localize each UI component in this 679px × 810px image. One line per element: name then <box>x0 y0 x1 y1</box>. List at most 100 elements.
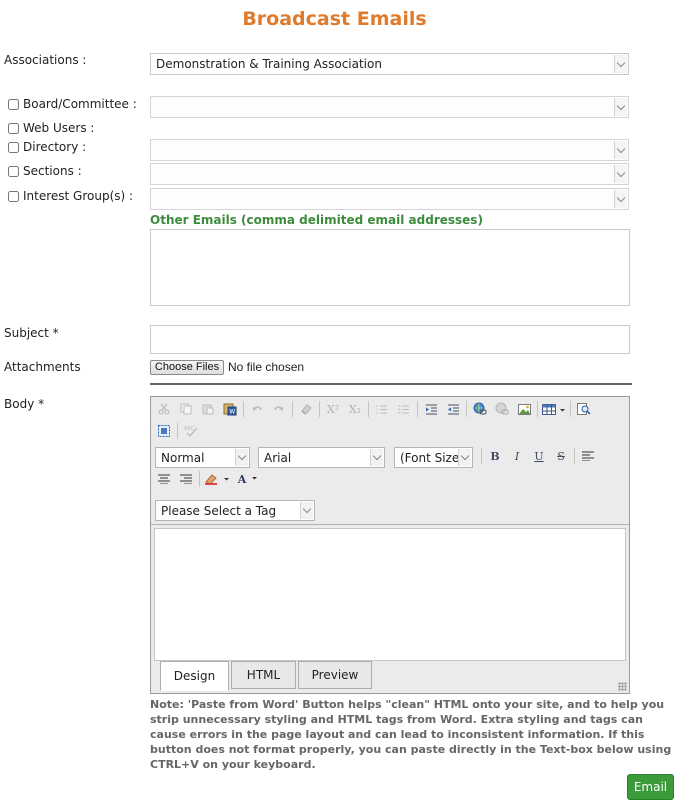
subscript-icon[interactable]: X₁ <box>344 399 366 419</box>
web-users-row[interactable]: Web Users : <box>8 121 94 135</box>
rich-text-editor: W X² X₁ ABC Normal Arial (Font Size) B I… <box>150 396 630 694</box>
tab-preview[interactable]: Preview <box>298 661 372 689</box>
subject-label: Subject * <box>4 326 59 340</box>
sections-label: Sections : <box>23 164 82 178</box>
toolbar-separator <box>368 401 369 417</box>
editor-toolbar-row-4: A <box>153 469 264 489</box>
svg-text:W: W <box>229 409 235 416</box>
bold-icon[interactable]: B <box>484 446 506 466</box>
associations-select[interactable]: Demonstration & Training Association <box>150 53 629 75</box>
board-committee-select[interactable] <box>150 96 629 118</box>
interest-groups-row[interactable]: Interest Group(s) : <box>8 189 133 203</box>
tag-select-value: Please Select a Tag <box>161 504 277 518</box>
font-color-glyph: A <box>237 472 247 486</box>
board-committee-row[interactable]: Board/Committee : <box>8 97 137 111</box>
paste-word-icon[interactable]: W <box>219 399 241 419</box>
choose-files-button[interactable]: Choose Files <box>150 360 224 375</box>
undo-icon[interactable] <box>246 399 268 419</box>
other-emails-textarea[interactable] <box>150 229 630 306</box>
editor-toolbar-row-1: W X² X₁ <box>153 399 595 419</box>
strikethrough-icon[interactable]: S <box>550 446 572 466</box>
directory-row[interactable]: Directory : <box>8 140 86 154</box>
board-committee-checkbox[interactable] <box>8 98 19 110</box>
interest-groups-label: Interest Group(s) : <box>23 189 134 203</box>
tab-design[interactable]: Design <box>160 661 229 691</box>
sections-checkbox[interactable] <box>8 165 19 177</box>
sections-select[interactable] <box>150 163 629 185</box>
toolbar-separator <box>466 401 467 417</box>
toolbar-divider <box>151 524 629 525</box>
interest-groups-checkbox[interactable] <box>8 190 19 202</box>
align-left-icon[interactable] <box>577 446 599 466</box>
unordered-list-icon[interactable] <box>393 399 415 419</box>
chevron-down-icon <box>235 449 248 466</box>
page-title: Broadcast Emails <box>242 8 427 30</box>
font-size-select-value: (Font Size) <box>400 451 464 465</box>
chevron-down-icon <box>614 141 627 159</box>
directory-select[interactable] <box>150 139 629 161</box>
image-icon[interactable] <box>513 399 535 419</box>
paste-icon[interactable] <box>197 399 219 419</box>
copy-icon[interactable] <box>175 399 197 419</box>
editor-content-area[interactable] <box>154 528 626 661</box>
outdent-icon[interactable] <box>442 399 464 419</box>
board-committee-label: Board/Committee : <box>23 97 137 111</box>
toolbar-separator <box>537 401 538 417</box>
font-color-icon[interactable]: A <box>234 469 264 489</box>
toolbar-separator <box>292 401 293 417</box>
chevron-down-icon <box>300 502 313 519</box>
paste-note: Note: 'Paste from Word' Button helps "cl… <box>150 698 672 771</box>
associations-label: Associations : <box>4 53 87 67</box>
redo-icon[interactable] <box>268 399 290 419</box>
body-label: Body * <box>4 397 45 411</box>
align-center-icon[interactable] <box>153 469 175 489</box>
chevron-down-icon <box>614 55 627 73</box>
editor-toolbar-row-2: ABC <box>153 421 202 441</box>
editor-format-buttons: B I U S <box>479 446 599 466</box>
scissors-icon[interactable] <box>153 399 175 419</box>
tag-select[interactable]: Please Select a Tag <box>155 500 315 521</box>
chevron-down-icon <box>458 449 471 466</box>
toolbar-separator <box>243 401 244 417</box>
font-select-value: Arial <box>264 451 292 465</box>
toolbar-separator <box>199 471 200 487</box>
font-select[interactable]: Arial <box>258 447 385 468</box>
attachments-label: Attachments <box>4 360 81 374</box>
indent-icon[interactable] <box>420 399 442 419</box>
tab-html[interactable]: HTML <box>231 661 296 689</box>
format-select[interactable]: Normal <box>155 447 250 468</box>
directory-checkbox[interactable] <box>8 141 19 153</box>
toolbar-separator <box>570 401 571 417</box>
toolbar-separator <box>574 448 575 464</box>
sections-row[interactable]: Sections : <box>8 164 82 178</box>
subject-input[interactable] <box>150 325 630 354</box>
ordered-list-icon[interactable] <box>371 399 393 419</box>
chevron-down-icon <box>614 98 627 116</box>
svg-text:ABC: ABC <box>184 426 195 432</box>
table-icon[interactable] <box>540 399 568 419</box>
eraser-icon[interactable] <box>295 399 317 419</box>
associations-value: Demonstration & Training Association <box>156 57 382 71</box>
toolbar-separator <box>417 401 418 417</box>
interest-groups-select[interactable] <box>150 188 629 210</box>
email-button[interactable]: Email <box>627 774 674 800</box>
font-size-select[interactable]: (Font Size) <box>394 447 473 468</box>
unlink-icon[interactable] <box>491 399 513 419</box>
select-all-icon[interactable] <box>153 421 175 441</box>
link-icon[interactable] <box>469 399 491 419</box>
resize-grip-icon[interactable] <box>618 682 627 691</box>
italic-icon[interactable]: I <box>506 446 528 466</box>
superscript-icon[interactable]: X² <box>322 399 344 419</box>
web-users-checkbox[interactable] <box>8 122 19 134</box>
chevron-down-icon <box>370 449 383 466</box>
spellcheck-icon[interactable]: ABC <box>180 421 202 441</box>
file-status: No file chosen <box>228 360 305 374</box>
web-users-label: Web Users : <box>23 121 95 135</box>
divider <box>150 383 632 385</box>
chevron-down-icon <box>614 190 627 208</box>
underline-icon[interactable]: U <box>528 446 550 466</box>
find-icon[interactable] <box>573 399 595 419</box>
align-right-icon[interactable] <box>175 469 197 489</box>
chevron-down-icon <box>614 165 627 183</box>
highlight-icon[interactable] <box>202 469 234 489</box>
